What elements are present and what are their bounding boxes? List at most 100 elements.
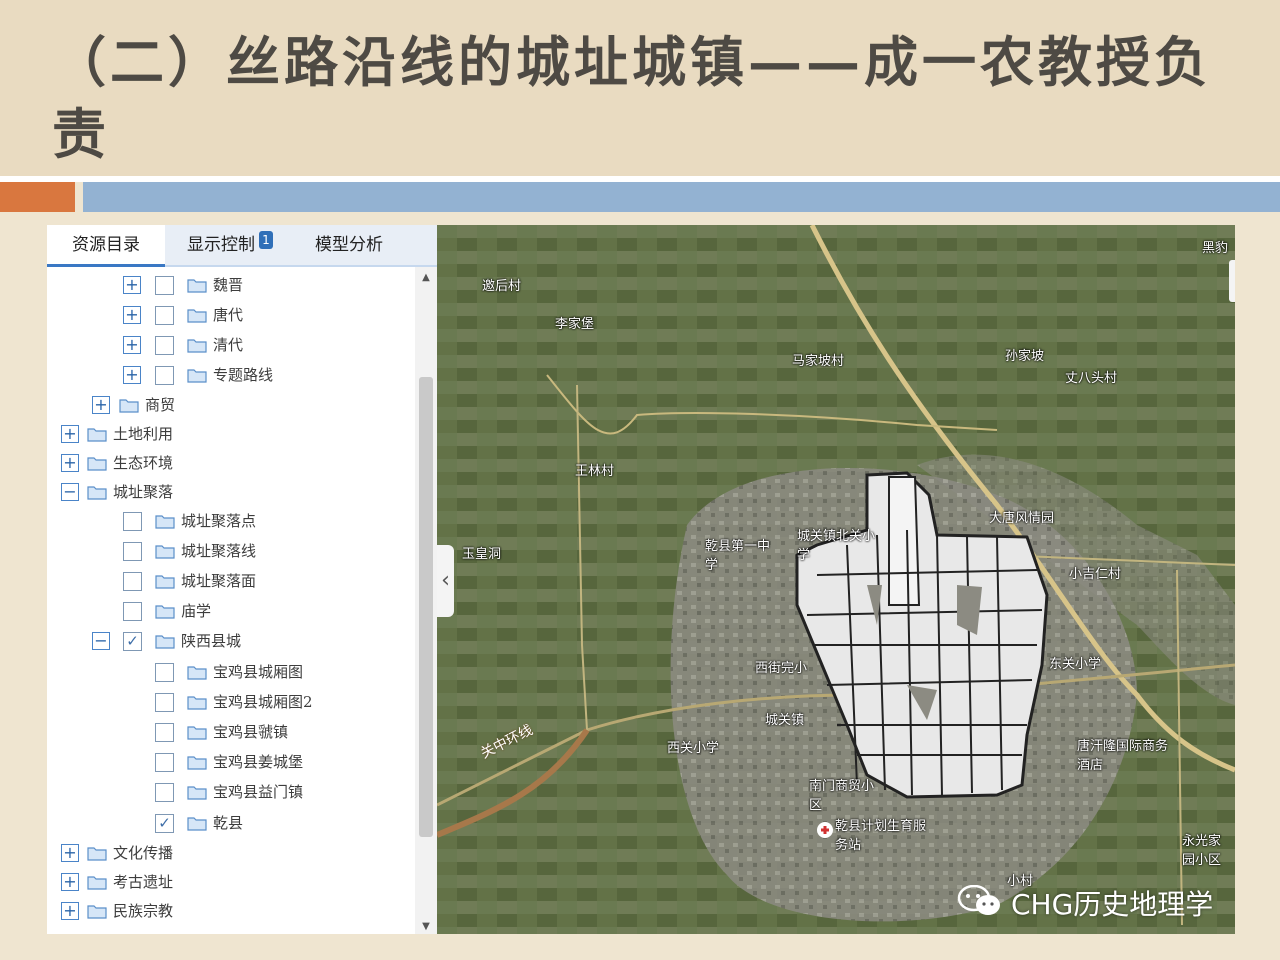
- folder-icon: [119, 399, 139, 413]
- tree-node[interactable]: − 城址聚落: [47, 480, 415, 504]
- tree-node[interactable]: ✓ 乾县: [47, 811, 415, 835]
- tree-node-label: 宝鸡县益门镇: [213, 783, 304, 801]
- checkbox[interactable]: [123, 602, 142, 621]
- tree-node[interactable]: 宝鸡县城厢图: [47, 660, 415, 684]
- expand-plus-icon[interactable]: +: [61, 844, 79, 862]
- scroll-thumb[interactable]: [419, 377, 433, 837]
- folder-icon: [87, 876, 107, 890]
- tree-node[interactable]: + 魏晋: [47, 273, 415, 297]
- tree-node-label: 城址聚落线: [181, 542, 257, 560]
- collapse-minus-icon[interactable]: −: [61, 483, 79, 501]
- tree-node[interactable]: + 清代: [47, 333, 415, 357]
- map-label: 小吉仁村: [1069, 567, 1122, 582]
- slide-header: （二）丝路沿线的城址城镇——成一农教授负责: [0, 0, 1280, 176]
- tree-node[interactable]: 宝鸡县姜城堡: [47, 750, 415, 774]
- checkbox[interactable]: [155, 783, 174, 802]
- map-label: 西街完小: [755, 661, 808, 676]
- checkbox[interactable]: [155, 693, 174, 712]
- tree-node[interactable]: 庙学: [47, 599, 415, 623]
- tree-node[interactable]: 城址聚落面: [47, 569, 415, 593]
- tree-node-label: 商贸: [145, 396, 176, 414]
- tree-node-label: 宝鸡县城厢图2: [213, 693, 313, 711]
- slide-title: （二）丝路沿线的城址城镇——成一农教授负责: [52, 30, 1212, 166]
- folder-icon: [187, 369, 207, 383]
- map-label: 大唐风情园: [989, 511, 1055, 526]
- expand-plus-icon[interactable]: +: [92, 396, 110, 414]
- tree-node[interactable]: − ✓ 陕西县城: [47, 629, 415, 653]
- folder-icon: [187, 339, 207, 353]
- scroll-down-arrow-icon[interactable]: ▼: [415, 920, 437, 934]
- tree-node[interactable]: + 专题路线: [47, 363, 415, 387]
- checkbox[interactable]: [155, 336, 174, 355]
- tree-node[interactable]: + 文化传播: [47, 841, 415, 865]
- satellite-map[interactable]: 邀后村 李家堡 马家坡村 孙家坡 丈八头村 王林村 大唐风情园 玉皇洞 乾县第一…: [437, 225, 1235, 934]
- folder-icon: [187, 786, 207, 800]
- layer-tree: + 魏晋 + 唐代 + 清代 + 专题路线 + 商贸 + 土地利用 + 生态环境 − 城址聚落 城址聚落点 城址聚…: [47, 267, 415, 934]
- tree-node[interactable]: + 商贸: [47, 393, 415, 417]
- tree-node[interactable]: + 民族宗教: [47, 899, 415, 923]
- map-label: 西关小学: [667, 741, 720, 756]
- tree-node-label: 土地利用: [113, 425, 174, 443]
- tree-node-label: 文化传播: [113, 844, 174, 862]
- checkbox[interactable]: [155, 663, 174, 682]
- tree-node[interactable]: + 土地利用: [47, 422, 415, 446]
- map-label: 邀后村: [482, 279, 522, 294]
- map-label: 城关镇: [765, 713, 805, 728]
- folder-icon: [155, 605, 175, 619]
- expand-plus-icon[interactable]: +: [61, 873, 79, 891]
- panel-tabs: 资源目录 显示控制 1 模型分析: [47, 225, 437, 267]
- tree-node[interactable]: + 生态环境: [47, 451, 415, 475]
- hospital-icon: [817, 822, 833, 838]
- map-label: 玉皇洞: [462, 547, 502, 562]
- checkbox[interactable]: [155, 306, 174, 325]
- checkbox[interactable]: [155, 753, 174, 772]
- tree-node[interactable]: 宝鸡县益门镇: [47, 780, 415, 804]
- map-label: 乾县计划生育服务站: [835, 819, 927, 853]
- accent-bar-blue: [83, 182, 1280, 212]
- tree-node-label: 城址聚落: [113, 483, 174, 501]
- tree-node[interactable]: 宝鸡县虢镇: [47, 720, 415, 744]
- folder-icon: [87, 457, 107, 471]
- folder-icon: [155, 575, 175, 589]
- map-label: 丈八头村: [1065, 371, 1118, 386]
- tree-node[interactable]: 城址聚落点: [47, 509, 415, 533]
- map-label: 孙家坡: [1005, 349, 1045, 364]
- tree-node[interactable]: 宝鸡县城厢图2: [47, 690, 415, 714]
- tree-node-label: 宝鸡县虢镇: [213, 723, 289, 741]
- checkbox[interactable]: [123, 542, 142, 561]
- checkbox[interactable]: [123, 572, 142, 591]
- map-side-handle[interactable]: [1229, 260, 1235, 302]
- tree-node-label: 宝鸡县姜城堡: [213, 753, 304, 771]
- map-label: 黑豹: [1202, 241, 1229, 256]
- expand-plus-icon[interactable]: +: [123, 366, 141, 384]
- scroll-up-arrow-icon[interactable]: ▲: [415, 271, 437, 285]
- collapse-panel-button[interactable]: ‹: [437, 545, 454, 617]
- checkbox[interactable]: [155, 723, 174, 742]
- tree-node[interactable]: + 唐代: [47, 303, 415, 327]
- expand-plus-icon[interactable]: +: [123, 336, 141, 354]
- folder-icon: [187, 666, 207, 680]
- expand-plus-icon[interactable]: +: [123, 276, 141, 294]
- layer-panel: 资源目录 显示控制 1 模型分析 + 魏晋 + 唐代 + 清代 + 专题路线 + 商贸 + 土地利用 +…: [47, 225, 437, 934]
- expand-plus-icon[interactable]: +: [123, 306, 141, 324]
- tab-display-control[interactable]: 显示控制: [172, 225, 270, 265]
- folder-icon: [187, 696, 207, 710]
- tree-node[interactable]: 城址聚落线: [47, 539, 415, 563]
- checkbox-checked[interactable]: ✓: [155, 814, 174, 833]
- checkbox[interactable]: [123, 512, 142, 531]
- checkbox[interactable]: [155, 366, 174, 385]
- folder-icon: [187, 756, 207, 770]
- checkbox-checked[interactable]: ✓: [123, 632, 142, 651]
- tree-node-label: 民族宗教: [113, 902, 174, 920]
- checkbox[interactable]: [155, 276, 174, 295]
- expand-plus-icon[interactable]: +: [61, 454, 79, 472]
- folder-icon: [87, 905, 107, 919]
- collapse-minus-icon[interactable]: −: [92, 632, 110, 650]
- expand-plus-icon[interactable]: +: [61, 425, 79, 443]
- tree-scrollbar[interactable]: ▲ ▼: [415, 267, 437, 934]
- tab-resource-catalog[interactable]: 资源目录: [47, 225, 165, 267]
- tab-model-analysis[interactable]: 模型分析: [297, 225, 401, 265]
- folder-icon: [187, 817, 207, 831]
- tree-node[interactable]: + 考古遗址: [47, 870, 415, 894]
- expand-plus-icon[interactable]: +: [61, 902, 79, 920]
